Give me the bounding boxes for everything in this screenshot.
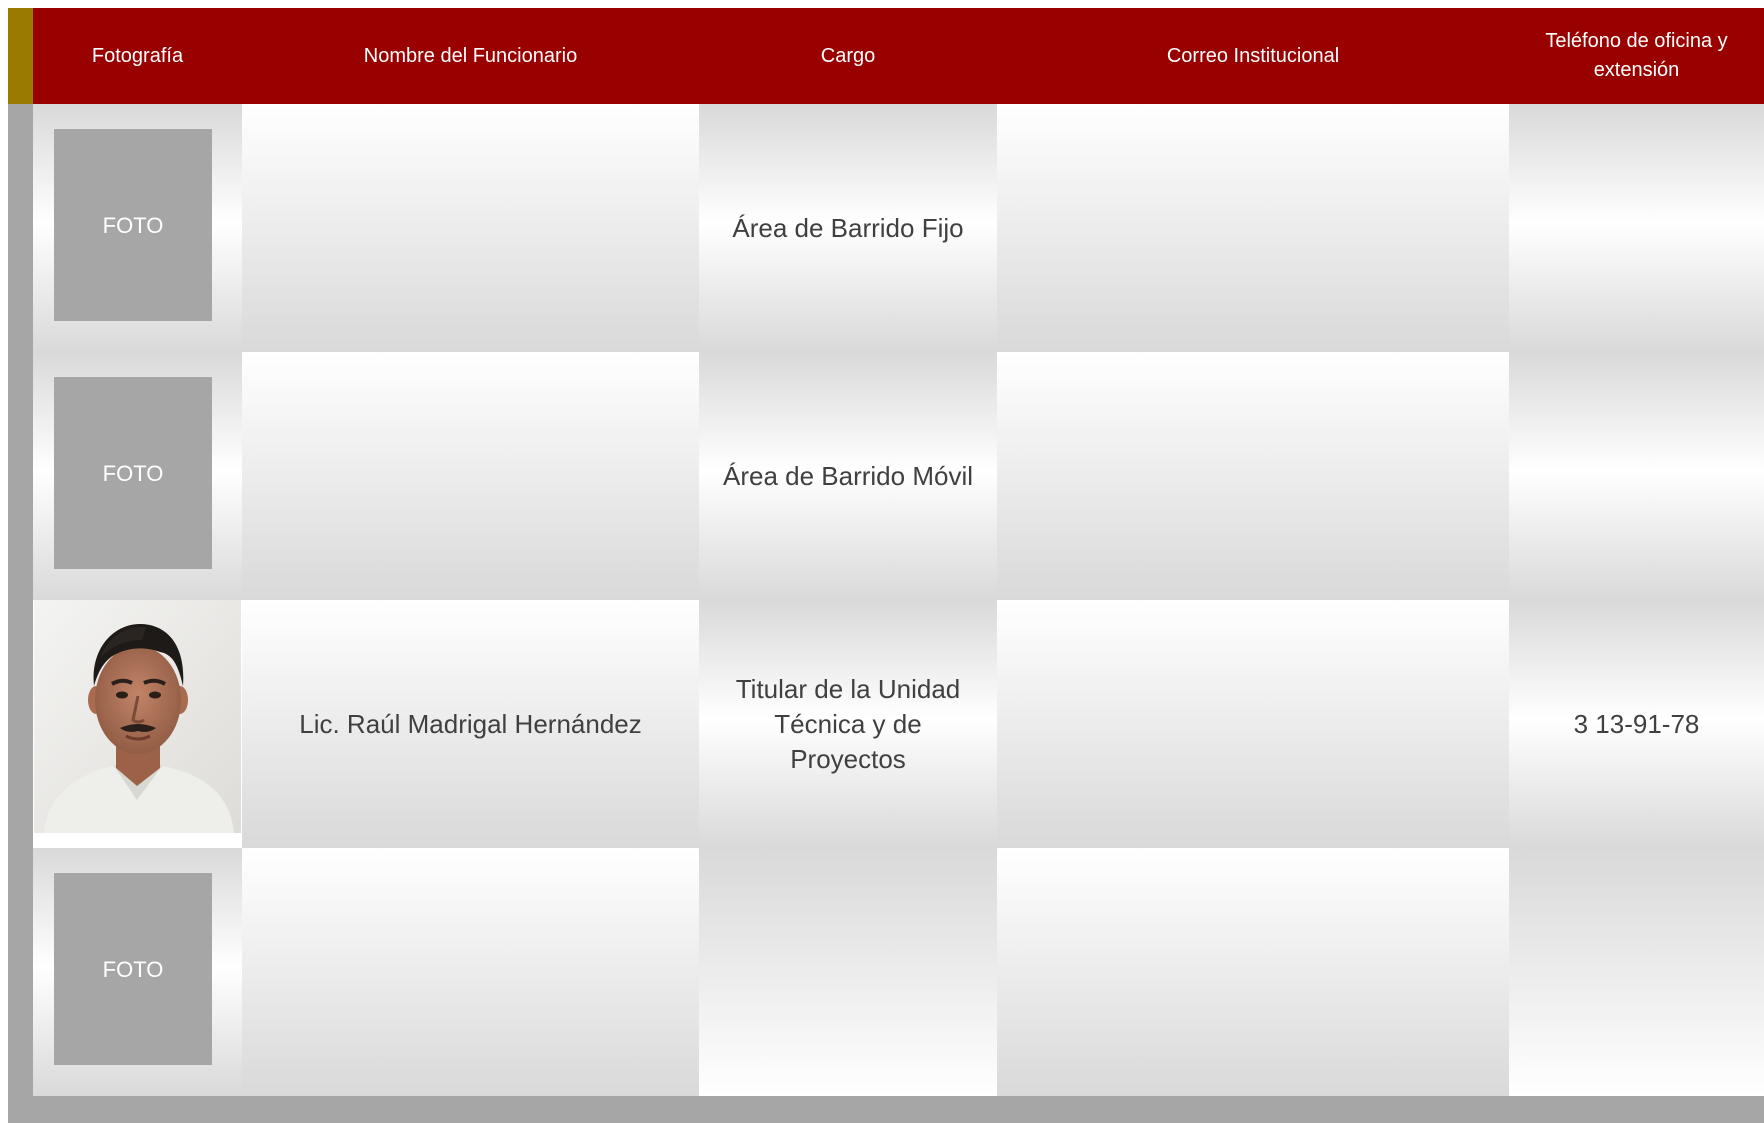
position-cell: Titular de la Unidad Técnica y de Proyec…: [699, 600, 997, 848]
portrait-photo: [34, 600, 241, 833]
table-header: Fotografía Nombre del Funcionario Cargo …: [33, 8, 1764, 104]
name-cell: [242, 104, 699, 352]
table-row: FOTO Área de Barrido Fijo: [33, 104, 1764, 352]
phone-cell: [1509, 848, 1764, 1096]
photo-cell: [33, 600, 242, 848]
photo-placeholder: FOTO: [54, 873, 212, 1065]
email-cell: [997, 600, 1509, 848]
header-photo: Fotografía: [91, 44, 184, 67]
photo-cell: FOTO: [33, 104, 242, 352]
photo-placeholder: FOTO: [54, 377, 212, 569]
name-cell: Lic. Raúl Madrigal Hernández: [242, 600, 699, 848]
position-cell: [699, 848, 997, 1096]
name-cell: [242, 352, 699, 600]
table-row: Lic. Raúl Madrigal Hernández Titular de …: [33, 600, 1764, 848]
email-cell: [997, 352, 1509, 600]
header-email: Correo Institucional: [1166, 44, 1340, 67]
phone-cell: [1509, 352, 1764, 600]
accent-tab: [8, 8, 33, 104]
bottom-bar: [8, 1100, 1764, 1123]
position-cell: Área de Barrido Móvil: [699, 352, 997, 600]
name-cell: [242, 848, 699, 1096]
photo-placeholder: FOTO: [54, 129, 212, 321]
staff-directory-table: Fotografía Nombre del Funcionario Cargo …: [33, 8, 1764, 1100]
position-cell: Área de Barrido Fijo: [699, 104, 997, 352]
photo-cell: FOTO: [33, 848, 242, 1096]
header-phone: Teléfono de oficina y extensión: [1545, 30, 1728, 81]
phone-cell: [1509, 104, 1764, 352]
header-position: Cargo: [820, 44, 876, 67]
header-name: Nombre del Funcionario: [363, 44, 578, 67]
email-cell: [997, 104, 1509, 352]
photo-cell: FOTO: [33, 352, 242, 600]
phone-cell: 3 13-91-78: [1509, 600, 1764, 848]
email-cell: [997, 848, 1509, 1096]
table-row: FOTO: [33, 848, 1764, 1096]
table-row: FOTO Área de Barrido Móvil: [33, 352, 1764, 600]
